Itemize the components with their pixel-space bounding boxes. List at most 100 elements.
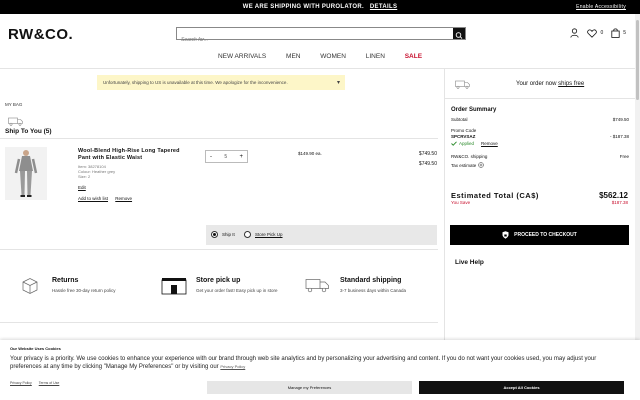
cart-count: 5 <box>623 30 626 36</box>
cookie-text: Your privacy is a priority. We use cooki… <box>10 356 597 370</box>
subtotal-row: Subtotal $749.50 <box>451 117 629 122</box>
fulfillment-options: Ship It Store Pick Up <box>206 225 437 245</box>
store-pickup-label[interactable]: Store Pick Up <box>255 232 283 237</box>
add-to-wishlist-link[interactable]: Add to wish list <box>78 196 108 201</box>
feature-title: Returns <box>52 277 79 284</box>
search-bar <box>176 27 466 46</box>
nav-item-linen[interactable]: LINEN <box>366 53 385 60</box>
increase-button[interactable]: + <box>239 154 243 160</box>
alert-text: Unfortunately, shipping to US is unavail… <box>103 80 288 85</box>
nav-item-women[interactable]: WOMEN <box>320 53 346 60</box>
plus-circle-icon[interactable] <box>478 162 485 168</box>
product-image[interactable] <box>5 147 47 200</box>
nav-item-new-arrivals[interactable]: NEW ARRIVALS <box>218 53 266 60</box>
check-icon <box>451 141 457 146</box>
shipping-row: RW&CO. shipping Free <box>451 154 629 159</box>
store-pickup-radio[interactable] <box>244 231 251 238</box>
section-divider <box>0 249 438 250</box>
logo[interactable]: RW&CO. <box>8 26 73 43</box>
announcement-bar: WE ARE SHIPPING WITH PUROLATOR. DETAILS … <box>0 0 640 14</box>
ships-free-link[interactable]: ships free <box>558 81 584 87</box>
promo-row: SPCRVSAZ - $187.38 <box>451 134 629 139</box>
order-summary-title: Order Summary <box>451 107 497 113</box>
lock-icon <box>502 231 509 239</box>
checkout-label: PROCEED TO CHECKOUT <box>514 232 577 238</box>
feature-desc: Get your order fast! Easy pick up in sto… <box>196 288 278 293</box>
estimated-total-label: Estimated Total (CA$) <box>451 191 539 200</box>
free-shipping-text: Your order now <box>516 81 557 87</box>
details-link[interactable]: DETAILS <box>370 4 397 10</box>
wishlist-count: 0 <box>600 30 604 36</box>
nav-item-sale[interactable]: SALE <box>405 53 422 60</box>
quantity-stepper: - 5 + <box>205 150 248 163</box>
announcement-message: WE ARE SHIPPING WITH PUROLATOR. DETAILS <box>0 4 640 10</box>
search-icon <box>455 32 463 39</box>
cookie-title: Our Website Uses Cookies <box>10 346 61 351</box>
box-icon <box>22 278 38 294</box>
checkout-button[interactable]: PROCEED TO CHECKOUT <box>450 225 629 245</box>
page-title: MY BAG <box>5 102 23 107</box>
tax-label: Tax estimate <box>451 162 477 168</box>
chevron-down-icon[interactable]: ▾ <box>337 79 340 86</box>
promo-status: Applied Remove <box>451 141 629 146</box>
summary-divider <box>445 98 635 99</box>
cookie-body: Your privacy is a priority. We use cooki… <box>10 355 625 371</box>
heart-icon <box>587 28 598 38</box>
header-icons: 0 5 <box>570 28 626 38</box>
remove-link[interactable]: Remove <box>115 196 132 201</box>
feature-title: Store pick up <box>196 277 241 284</box>
announcement-text: WE ARE SHIPPING WITH PUROLATOR. <box>242 4 364 10</box>
manage-preferences-button[interactable]: Manage my Preferences <box>207 381 412 394</box>
enable-accessibility-link[interactable]: Enable Accessibility <box>576 4 626 10</box>
cookie-banner: Our Website Uses Cookies Your privacy is… <box>0 340 640 400</box>
truck-icon <box>455 80 470 89</box>
store-icon <box>161 278 187 295</box>
terms-of-use-link[interactable]: Terms of Use <box>39 381 60 385</box>
accept-all-cookies-button[interactable]: Accept All Cookies <box>419 381 624 394</box>
account-button[interactable] <box>570 28 580 38</box>
line-price: $749.50 <box>418 151 437 157</box>
you-save-label: You Save <box>451 200 471 205</box>
ship-to-you-title: Ship To You (5) <box>5 128 52 135</box>
you-save-value: $187.38 <box>611 200 628 205</box>
truck-icon <box>305 279 329 293</box>
search-button[interactable] <box>453 28 465 39</box>
shipping-alert: Unfortunately, shipping to US is unavail… <box>97 75 345 90</box>
feature-title: Standard shipping <box>340 277 402 284</box>
decrease-button[interactable]: - <box>210 154 212 160</box>
subtotal-value: $749.50 <box>612 117 629 122</box>
truck-icon <box>8 117 23 126</box>
edit-link[interactable]: Edit <box>78 185 86 190</box>
nav-item-men[interactable]: MEN <box>286 53 300 60</box>
estimated-total-value: $562.12 <box>599 191 628 200</box>
shipping-value: Free <box>619 154 629 159</box>
section-divider <box>0 322 438 323</box>
wishlist-button[interactable]: 0 <box>587 28 604 38</box>
promo-code: SPCRVSAZ <box>451 134 476 139</box>
feature-desc: 3-7 business days within Canada <box>340 288 407 293</box>
cookie-links: Privacy Policy Terms of Use <box>10 381 65 385</box>
tax-row: Tax estimate <box>451 162 629 168</box>
product-name[interactable]: Wool-Blend High-Rise Long Tapered Pant w… <box>78 148 188 161</box>
ship-it-label[interactable]: Ship It <box>222 232 235 237</box>
scrollbar-thumb[interactable] <box>636 20 639 100</box>
search-input[interactable] <box>177 34 447 46</box>
unit-price: $149.90 ea. <box>298 151 322 156</box>
quantity-value[interactable]: 5 <box>224 154 227 160</box>
subtotal-label: Subtotal <box>451 117 468 122</box>
live-help-title[interactable]: Live Help <box>455 259 484 266</box>
user-icon <box>570 28 580 38</box>
privacy-policy-link[interactable]: Privacy Policy <box>10 381 32 385</box>
remove-promo-link[interactable]: Remove <box>481 141 498 146</box>
applied-label: Applied <box>459 141 475 146</box>
line-subtotal: $749.50 <box>418 161 437 167</box>
cart-button[interactable]: 5 <box>611 28 626 38</box>
feature-desc: Hassle free 30-day return policy <box>52 288 116 293</box>
product-actions: Add to wish list Remove <box>78 196 138 201</box>
main-nav: NEW ARRIVALS MEN WOMEN LINEN SALE <box>0 53 640 60</box>
free-shipping-message: Your order now ships free <box>516 81 584 87</box>
product-size: Size: 2 <box>78 174 91 179</box>
ship-it-radio[interactable] <box>211 231 218 238</box>
bag-icon <box>611 28 620 38</box>
privacy-policy-inline-link[interactable]: Privacy Policy <box>220 364 245 369</box>
